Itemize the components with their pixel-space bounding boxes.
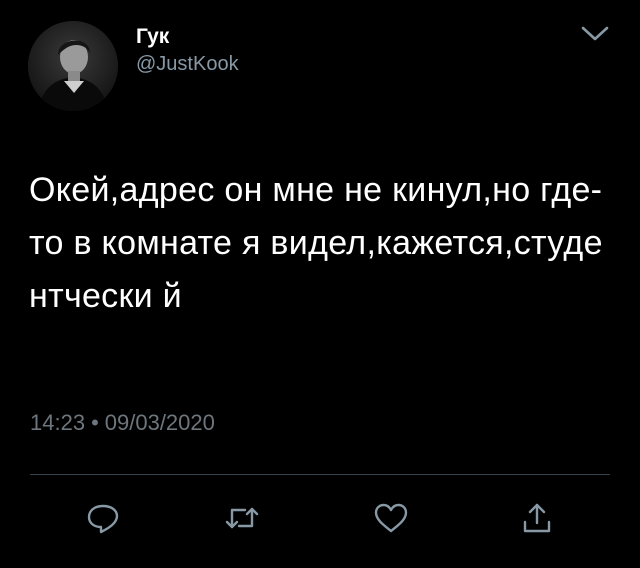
share-button[interactable] xyxy=(517,500,557,536)
tweet-time: 14:23 xyxy=(30,410,86,435)
tweet-card: Гук @JustKook Окей,адрес он мне не кинул… xyxy=(0,0,640,568)
tweet-text: Окей,адрес он мне не кинул,но где-то в к… xyxy=(29,171,603,315)
reply-icon xyxy=(85,501,121,535)
chevron-down-icon[interactable] xyxy=(578,22,612,46)
retweet-icon xyxy=(223,501,261,535)
retweet-button[interactable] xyxy=(222,500,262,536)
tweet-timestamp[interactable]: 14:23 • 09/03/2020 xyxy=(30,409,215,437)
like-button[interactable] xyxy=(371,500,411,536)
user-handle[interactable]: @JustKook xyxy=(136,52,239,76)
avatar-image xyxy=(28,21,118,111)
reply-button[interactable] xyxy=(83,500,123,536)
tweet-date: 09/03/2020 xyxy=(104,410,215,435)
share-icon xyxy=(519,500,555,536)
heart-icon xyxy=(372,501,410,535)
divider xyxy=(30,474,610,475)
timestamp-separator: • xyxy=(91,410,99,435)
avatar[interactable] xyxy=(28,21,118,111)
display-name[interactable]: Гук xyxy=(136,24,169,50)
